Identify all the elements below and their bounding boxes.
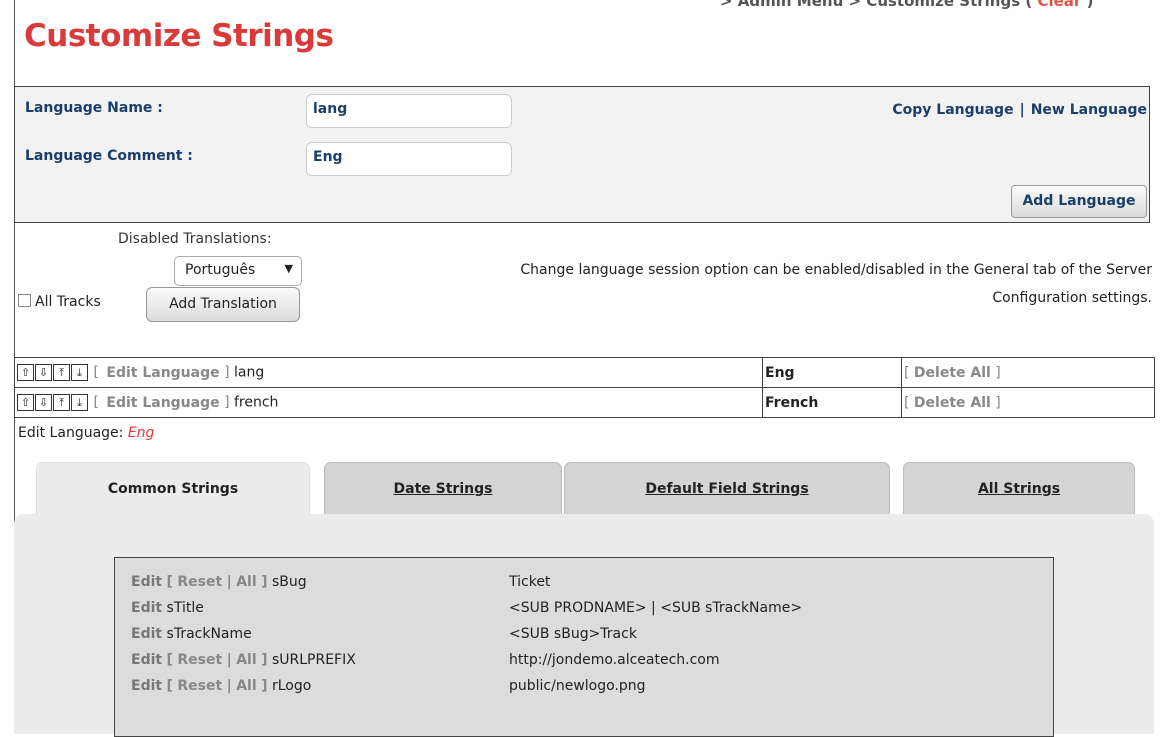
language-comment-label: Language Comment : (25, 148, 193, 164)
language-comment: Eng (762, 357, 902, 388)
edit-link[interactable]: Edit (131, 574, 162, 590)
breadcrumb-admin-menu[interactable]: > Admin Menu (720, 0, 843, 10)
all-link[interactable]: All (236, 652, 256, 668)
move-top-icon[interactable]: ⤒ (53, 364, 70, 381)
string-row: Edit [ Reset | All ] rLogo (131, 678, 312, 694)
string-key: sTitle (166, 600, 204, 616)
string-key: sURLPREFIX (271, 652, 356, 668)
string-value: Ticket (509, 574, 551, 590)
strings-tabs: Common Strings Date Strings Default Fiel… (14, 462, 1160, 737)
languages-table: ⇧ ⇩ ⤒ ⤓ [ Edit Language ] lang Eng [ Delete… (14, 357, 1155, 418)
string-value: public/newlogo.png (509, 678, 646, 694)
move-up-icon[interactable]: ⇧ (17, 394, 34, 411)
delete-all-link[interactable]: Delete All (914, 365, 991, 381)
tab-default-field-strings[interactable]: Default Field Strings (564, 462, 890, 514)
all-link[interactable]: All (236, 574, 256, 590)
string-key: rLogo (271, 678, 312, 694)
language-session-notice: Change language session option can be en… (520, 262, 1152, 306)
language-row: ⇧ ⇩ ⤒ ⤓ [ Edit Language ] lang Eng [ Delete… (14, 357, 1155, 388)
reset-link[interactable]: Reset (177, 678, 222, 694)
strings-list: Edit [ Reset | All ] sBug Ticket Edit sT… (114, 557, 1054, 737)
edit-link[interactable]: Edit (131, 678, 162, 694)
string-key: sBug (271, 574, 307, 590)
language-name: french (234, 394, 279, 411)
language-links: Copy Language | New Language (892, 102, 1147, 118)
string-row: Edit sTitle (131, 600, 204, 616)
language-row: ⇧ ⇩ ⤒ ⤓ [ Edit Language ] french French [ D… (14, 387, 1155, 418)
move-bottom-icon[interactable]: ⤓ (71, 364, 88, 381)
add-language-button[interactable]: Add Language (1011, 185, 1147, 218)
edit-link[interactable]: Edit (131, 626, 162, 642)
language-name-label: Language Name : (25, 100, 163, 116)
string-row: Edit sTrackName (131, 626, 252, 642)
edit-language-link[interactable]: Edit Language (106, 365, 219, 381)
common-strings-panel: Edit [ Reset | All ] sBug Ticket Edit sT… (14, 514, 1154, 737)
string-row: Edit [ Reset | All ] sBug (131, 574, 307, 590)
language-name-input[interactable]: lang (306, 94, 512, 128)
string-value: http://jondemo.alceatech.com (509, 652, 720, 668)
string-key: sTrackName (166, 626, 252, 642)
all-tracks-checkbox[interactable] (18, 294, 31, 307)
page-title: Customize Strings (24, 18, 334, 54)
tab-date-strings[interactable]: Date Strings (324, 462, 562, 514)
move-down-icon[interactable]: ⇩ (35, 394, 52, 411)
add-translation-button[interactable]: Add Translation (146, 287, 300, 322)
move-up-icon[interactable]: ⇧ (17, 364, 34, 381)
reset-link[interactable]: Reset (177, 574, 222, 590)
tab-all-strings[interactable]: All Strings (903, 462, 1135, 514)
clear-link[interactable]: Clear (1037, 0, 1081, 10)
move-top-icon[interactable]: ⤒ (53, 394, 70, 411)
breadcrumb-current: > Customize Strings (848, 0, 1021, 10)
edit-language-status: Edit Language: Eng (18, 425, 155, 441)
language-comment-input[interactable]: Eng (306, 142, 512, 176)
dropdown-arrow-icon: ▼ (284, 262, 293, 275)
delete-all-link[interactable]: Delete All (914, 395, 991, 411)
new-language-link[interactable]: New Language (1031, 102, 1147, 118)
disabled-translations-select[interactable]: Português ▼ (174, 256, 302, 286)
language-comment: French (762, 387, 902, 418)
tab-common-strings[interactable]: Common Strings (36, 462, 310, 516)
string-row: Edit [ Reset | All ] sURLPREFIX (131, 652, 356, 668)
copy-language-link[interactable]: Copy Language (892, 102, 1013, 118)
selected-language: Português (185, 262, 256, 278)
language-form: Language Name : lang Language Comment : … (14, 86, 1150, 223)
move-bottom-icon[interactable]: ⤓ (71, 394, 88, 411)
edit-language-link[interactable]: Edit Language (106, 395, 219, 411)
breadcrumb: > Admin Menu > Customize Strings ( Clear… (720, 0, 1093, 10)
string-value: <SUB sBug>Track (509, 626, 637, 642)
all-link[interactable]: All (236, 678, 256, 694)
string-value: <SUB PRODNAME> | <SUB sTrackName> (509, 600, 803, 616)
edit-link[interactable]: Edit (131, 600, 162, 616)
all-tracks-label: All Tracks (35, 294, 101, 310)
language-name: lang (234, 364, 265, 381)
disabled-translations-label: Disabled Translations: (118, 231, 272, 247)
reset-link[interactable]: Reset (177, 652, 222, 668)
edit-link[interactable]: Edit (131, 652, 162, 668)
move-down-icon[interactable]: ⇩ (35, 364, 52, 381)
edit-language-value: Eng (127, 425, 155, 441)
